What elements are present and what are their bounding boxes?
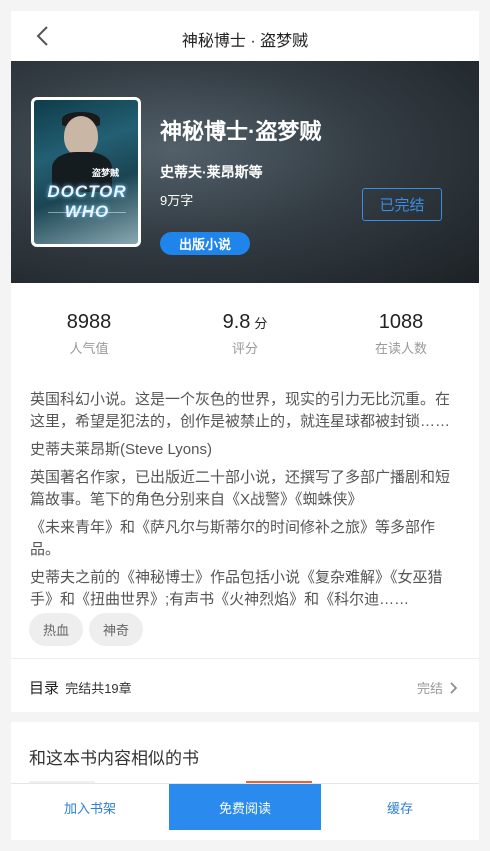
genre-tag[interactable]: 热血 <box>29 613 84 646</box>
completed-status-button[interactable]: 已完结 <box>362 188 442 221</box>
catalog-row[interactable]: 目录 完结共19章 完结 <box>11 659 479 711</box>
stat-rating-unit: 分 <box>254 316 268 331</box>
stat-rating-value: 9.8 <box>222 311 251 333</box>
nav-bar: 神秘博士 · 盗梦贼 <box>11 11 479 61</box>
catalog-title: 目录 <box>29 680 60 697</box>
stat-readers-value: 1088 <box>378 311 424 333</box>
chevron-right-icon <box>450 681 458 694</box>
similar-books-title: 和这本书内容相似的书 <box>29 749 199 768</box>
cover-decoration <box>48 212 126 230</box>
book-author[interactable]: 史蒂夫·莱昂斯等 <box>160 162 263 182</box>
cache-button[interactable]: 缓存 <box>321 784 479 830</box>
bottom-action-bar: 加入书架 免费阅读 缓存 <box>11 783 479 840</box>
catalog-status-label: 完结 <box>416 681 443 696</box>
stat-rating: 9.8 分 评分 <box>175 311 315 357</box>
description-paragraph: 英国著名作家，已出版近二十部小说，还撰写了多部广播剧和短篇故事。笔下的角色分别来… <box>30 469 451 508</box>
description-paragraph: 史蒂夫莱昂斯(Steve Lyons) <box>30 441 212 458</box>
book-cover[interactable]: 盗梦贼 DOCTOR WHO <box>31 97 141 247</box>
description-paragraph: 《未来青年》和《萨凡尔与斯蒂尔的时间修补之旅》等多部作品。 <box>30 519 436 558</box>
chapter-count: 完结共19章 <box>65 681 132 696</box>
genre-tags: 热血 神奇 <box>29 613 149 646</box>
description-paragraph: 史蒂夫之前的《神秘博士》作品包括小说《复杂难解》《女巫猎手》和《扭曲世界》;有声… <box>30 569 443 608</box>
genre-tag[interactable]: 神奇 <box>89 613 144 646</box>
book-description[interactable]: 英国科幻小说。这是一个灰色的世界，现实的引力无比沉重。在这里，希望是犯法的，创作… <box>30 389 460 617</box>
cover-subtitle: 盗梦贼 <box>92 168 120 178</box>
book-title: 神秘博士·盗梦贼 <box>160 119 322 144</box>
add-to-shelf-button[interactable]: 加入书架 <box>11 784 169 830</box>
stat-rating-label: 评分 <box>231 341 258 356</box>
stats-row: 8988 人气值 9.8 分 评分 1088 在读人数 <box>11 311 479 371</box>
stat-popularity-value: 8988 <box>66 311 112 333</box>
stat-popularity: 8988 人气值 <box>19 311 159 357</box>
free-read-button[interactable]: 免费阅读 <box>169 784 321 830</box>
section-separator <box>11 712 479 722</box>
stat-popularity-label: 人气值 <box>69 341 109 356</box>
word-count: 9万字 <box>160 193 194 208</box>
page-title: 神秘博士 · 盗梦贼 <box>181 33 309 50</box>
stat-readers: 1088 在读人数 <box>331 311 471 357</box>
catalog-label: 目录 完结共19章 <box>29 677 132 698</box>
cover-face <box>64 116 98 156</box>
app-screen: 神秘博士 · 盗梦贼 盗梦贼 DOCTOR WHO 神秘博士·盗梦贼 史蒂夫·莱… <box>11 11 479 840</box>
publication-tag[interactable]: 出版小说 <box>160 232 250 255</box>
catalog-status: 完结 <box>417 678 461 697</box>
description-paragraph: 英国科幻小说。这是一个灰色的世界，现实的引力无比沉重。在这里，希望是犯法的，创作… <box>30 391 451 430</box>
stat-readers-label: 在读人数 <box>374 341 427 356</box>
